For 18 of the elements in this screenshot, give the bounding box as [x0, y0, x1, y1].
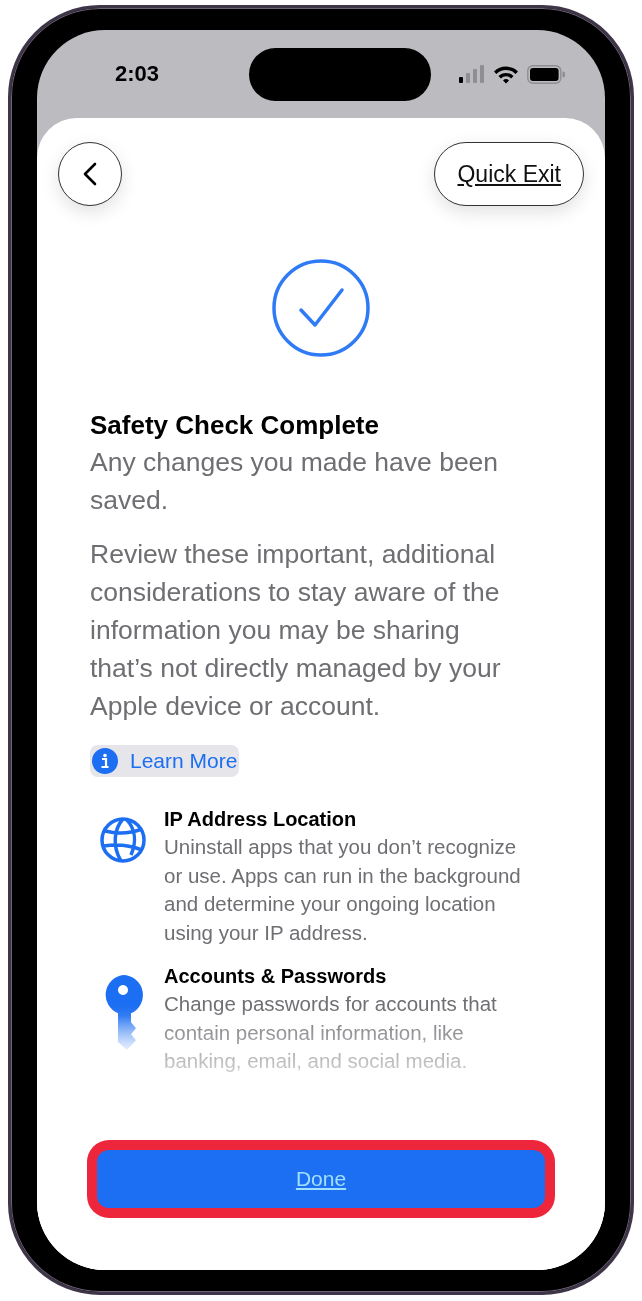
battery-icon [527, 64, 565, 84]
title: Safety Check Complete [90, 410, 380, 441]
item-title: IP Address Location [164, 808, 358, 831]
signal-icon [459, 65, 485, 83]
wifi-icon [493, 64, 519, 84]
chevron-left-icon [83, 162, 97, 186]
subtitle: Any changes you made have been saved. [90, 446, 500, 517]
checkmark-circle-icon [271, 258, 371, 358]
item-description: Change passwords for accounts that contain personal information, like banking, email, and social media. [164, 991, 498, 1074]
status-time: 2:03 [115, 61, 161, 87]
item-title: Accounts & Passwords [164, 965, 388, 988]
info-icon [92, 748, 118, 774]
description: Review these important, additional considerations to stay aware of the information you may be sharing that’s not directly managed by your Apple device or account. [90, 538, 502, 723]
globe-icon [99, 816, 147, 864]
done-button[interactable]: Done [97, 1150, 545, 1208]
quick-exit-button[interactable]: Quick Exit [434, 142, 584, 206]
learn-more-button[interactable]: Learn More [90, 745, 240, 777]
item-description: Uninstall apps that you don’t recognize or use. Apps can run in the background and determine your ongoing location using your IP address. [164, 834, 522, 946]
